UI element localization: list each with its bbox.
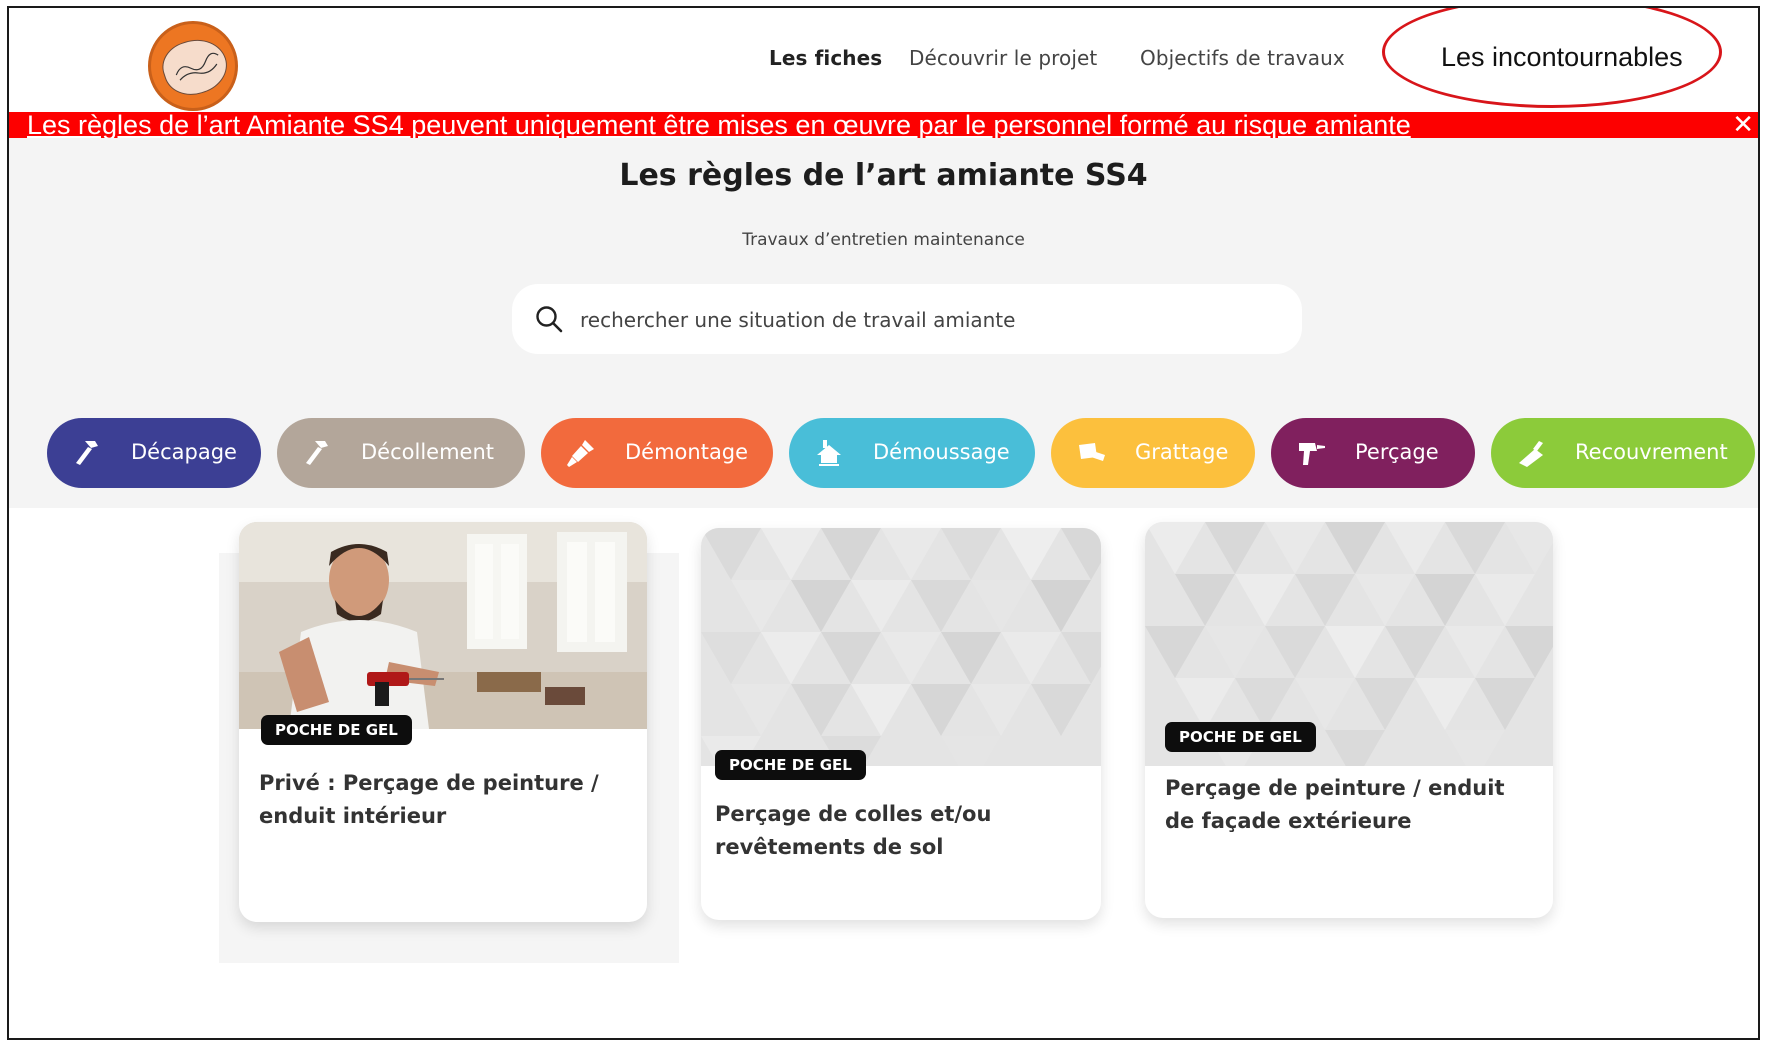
category-label: Décollement bbox=[361, 440, 494, 464]
category-grattage[interactable]: Grattage bbox=[1051, 418, 1255, 488]
category-label: Recouvrement bbox=[1575, 440, 1728, 464]
nav-les-fiches[interactable]: Les fiches bbox=[769, 46, 882, 70]
nav-les-incontournables[interactable]: Les incontournables bbox=[1441, 42, 1683, 73]
category-percage[interactable]: Perçage bbox=[1271, 418, 1475, 488]
card-badge: POCHE DE GEL bbox=[261, 715, 412, 745]
card-title-line: Privé : Perçage de peinture / bbox=[259, 771, 599, 795]
category-label: Démoussage bbox=[873, 440, 1010, 464]
scraper-icon bbox=[1079, 443, 1105, 461]
page-frame: Les fiches Découvrir le projet Objectifs… bbox=[7, 6, 1760, 1040]
warning-banner: Les règles de l’art Amiante SS4 peuvent … bbox=[9, 110, 1758, 141]
search-bar bbox=[512, 284, 1302, 354]
category-recouvrement[interactable]: Recouvrement bbox=[1491, 418, 1755, 488]
nav-objectifs-de-travaux[interactable]: Objectifs de travaux bbox=[1140, 46, 1345, 70]
category-label: Perçage bbox=[1355, 440, 1439, 464]
category-label: Grattage bbox=[1135, 440, 1229, 464]
card-badge: POCHE DE GEL bbox=[1165, 722, 1316, 752]
trowel-icon bbox=[1519, 441, 1543, 467]
triangle-pattern-image bbox=[701, 528, 1101, 766]
banner-text[interactable]: Les règles de l’art Amiante SS4 peuvent … bbox=[27, 110, 1411, 141]
brush-icon bbox=[567, 440, 594, 467]
category-filters: Décapage Décollement Démontage Démoussag… bbox=[9, 418, 1758, 488]
site-header: Les fiches Découvrir le projet Objectifs… bbox=[9, 8, 1758, 112]
hero-section: Les règles de l’art amiante SS4 Travaux … bbox=[9, 138, 1758, 508]
category-demontage[interactable]: Démontage bbox=[541, 418, 773, 488]
close-icon[interactable]: ✕ bbox=[1732, 112, 1754, 138]
card-title-line: enduit intérieur bbox=[259, 804, 447, 828]
result-card[interactable]: POCHE DE GEL Privé : Perçage de peinture… bbox=[239, 522, 647, 922]
card-placeholder-pattern bbox=[701, 528, 1101, 766]
hammer-icon bbox=[306, 441, 328, 465]
page-subtitle: Travaux d’entretien maintenance bbox=[742, 230, 1025, 250]
worker-photo-image bbox=[239, 522, 647, 729]
page-title: Les règles de l’art amiante SS4 bbox=[619, 158, 1148, 193]
results-section: POCHE DE GEL Privé : Perçage de peinture… bbox=[9, 508, 1758, 1038]
drill-icon bbox=[1299, 443, 1325, 465]
search-input[interactable] bbox=[578, 302, 1262, 338]
card-title-line: revêtements de sol bbox=[715, 835, 944, 859]
roof-icon bbox=[817, 440, 841, 466]
result-card[interactable]: POCHE DE GEL Perçage de colles et/ou rev… bbox=[701, 528, 1101, 920]
card-title[interactable]: Perçage de peinture / enduit de façade e… bbox=[1165, 772, 1505, 838]
card-title-line: Perçage de peinture / enduit bbox=[1165, 776, 1505, 800]
hammer-icon bbox=[76, 441, 98, 465]
category-demoussage[interactable]: Démoussage bbox=[789, 418, 1035, 488]
search-icon[interactable] bbox=[534, 304, 564, 334]
category-label: Démontage bbox=[625, 440, 749, 464]
card-title[interactable]: Perçage de colles et/ou revêtements de s… bbox=[715, 798, 991, 864]
category-label: Décapage bbox=[131, 440, 237, 464]
category-decollement[interactable]: Décollement bbox=[277, 418, 525, 488]
card-title-line: de façade extérieure bbox=[1165, 809, 1412, 833]
card-badge: POCHE DE GEL bbox=[715, 750, 866, 780]
category-decapage[interactable]: Décapage bbox=[47, 418, 261, 488]
nav-decouvrir-le-projet[interactable]: Découvrir le projet bbox=[909, 46, 1097, 70]
card-photo bbox=[239, 522, 647, 729]
card-title[interactable]: Privé : Perçage de peinture / enduit int… bbox=[259, 767, 599, 833]
result-card[interactable]: POCHE DE GEL Perçage de peinture / endui… bbox=[1145, 522, 1553, 918]
card-title-line: Perçage de colles et/ou bbox=[715, 802, 992, 826]
